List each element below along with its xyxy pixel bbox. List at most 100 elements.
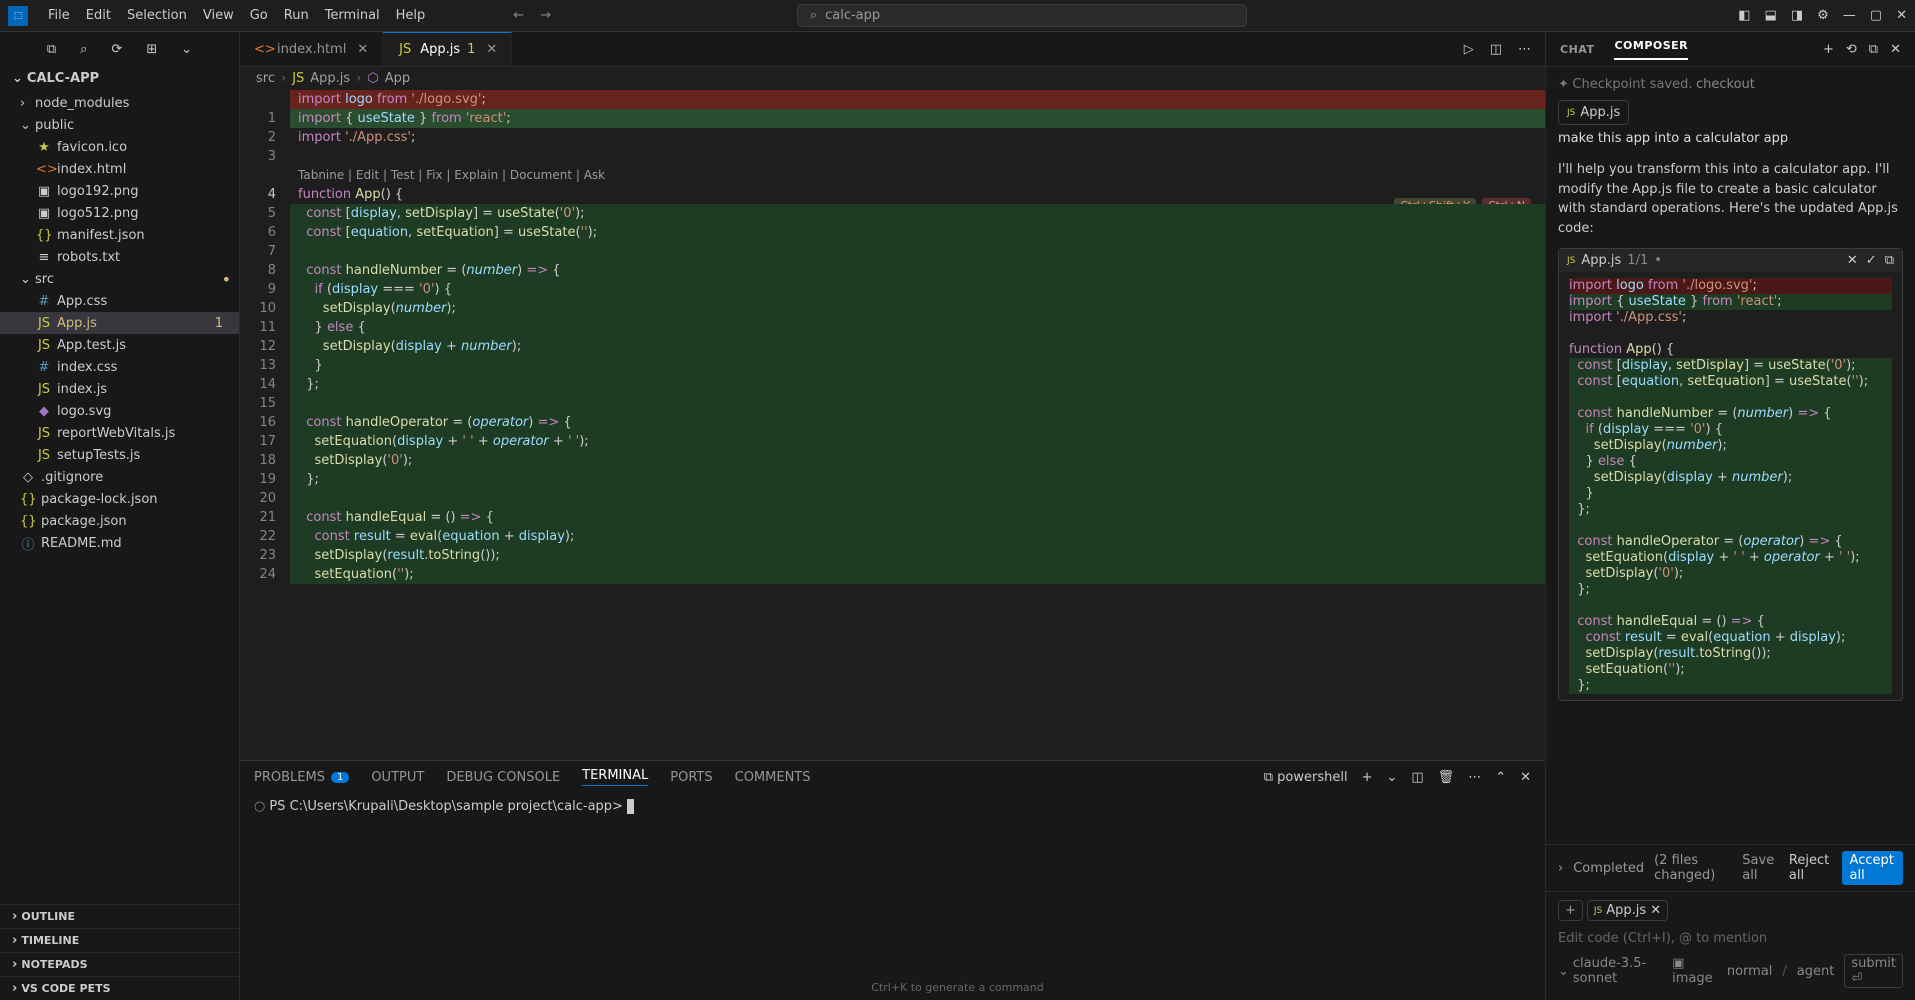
maximize-panel-icon[interactable]: ⌃ xyxy=(1495,770,1506,785)
tree-item-src[interactable]: ⌄src• xyxy=(0,268,239,290)
chat-tab[interactable]: CHAT xyxy=(1560,43,1594,56)
close-window-icon[interactable]: ✕ xyxy=(1896,8,1907,23)
refresh-icon[interactable]: ⟳ xyxy=(111,42,122,57)
nav-back-icon[interactable]: ← xyxy=(513,8,524,23)
accept-all-button[interactable]: Accept all xyxy=(1842,851,1903,885)
tree-item-logo512-png[interactable]: ▣logo512.png xyxy=(0,202,239,224)
app-logo: ⬚ xyxy=(8,6,28,26)
layout-left-icon[interactable]: ◧ xyxy=(1738,8,1750,23)
code-editor[interactable]: ← → Ctrl+Shift+Y Ctrl+N 1234567891011121… xyxy=(240,90,1545,760)
accept-diff-icon[interactable]: ✓ xyxy=(1866,253,1877,268)
tree-item-logo192-png[interactable]: ▣logo192.png xyxy=(0,180,239,202)
panel-tab-ports[interactable]: PORTS xyxy=(670,770,712,785)
settings-gear-icon[interactable]: ⚙ xyxy=(1817,8,1829,23)
explorer-title[interactable]: ⌄ CALC-APP xyxy=(0,67,239,90)
tab-index-html[interactable]: <>index.html✕ xyxy=(240,32,383,66)
dock-icon[interactable]: ⧉ xyxy=(1869,42,1878,57)
composer-input[interactable]: Edit code (Ctrl+I), @ to mention xyxy=(1558,927,1903,950)
panel-tab-debug-console[interactable]: DEBUG CONSOLE xyxy=(446,770,560,785)
tree-item-App-js[interactable]: JSApp.js1 xyxy=(0,312,239,334)
section-notepads[interactable]: › NOTEPADS xyxy=(0,952,239,976)
tree-item-index-html[interactable]: <>index.html xyxy=(0,158,239,180)
submit-button[interactable]: submit ⏎ xyxy=(1844,954,1903,988)
tree-item-node_modules[interactable]: ›node_modules xyxy=(0,92,239,114)
agent-label[interactable]: agent xyxy=(1797,964,1835,979)
panel-more-icon[interactable]: ⋯ xyxy=(1468,770,1481,785)
shell-label[interactable]: ⧉ powershell xyxy=(1264,770,1348,785)
tree-item-index-css[interactable]: #index.css xyxy=(0,356,239,378)
maximize-icon[interactable]: ▢ xyxy=(1870,8,1882,23)
menu-view[interactable]: View xyxy=(195,4,242,27)
tree-item-robots-txt[interactable]: ≡robots.txt xyxy=(0,246,239,268)
tree-item-package-lock-json[interactable]: {}package-lock.json xyxy=(0,488,239,510)
symbol-icon: ⬡ xyxy=(367,71,378,86)
history-icon[interactable]: ⟲ xyxy=(1846,42,1857,57)
more-icon[interactable]: ⌄ xyxy=(181,42,192,57)
minimize-icon[interactable]: — xyxy=(1843,8,1856,23)
layout-right-icon[interactable]: ◨ xyxy=(1791,8,1803,23)
expand-diff-icon[interactable]: ⧉ xyxy=(1885,253,1894,268)
section-outline[interactable]: › OUTLINE xyxy=(0,904,239,928)
panel-tab-comments[interactable]: COMMENTS xyxy=(735,770,811,785)
add-terminal-icon[interactable]: + xyxy=(1362,770,1373,785)
tree-item-public[interactable]: ⌄public xyxy=(0,114,239,136)
tree-item-package-json[interactable]: {}package.json xyxy=(0,510,239,532)
save-all-button[interactable]: Save all xyxy=(1742,853,1779,883)
tree-item-favicon-ico[interactable]: ★favicon.ico xyxy=(0,136,239,158)
checkout-link[interactable]: checkout xyxy=(1696,77,1755,92)
close-diff-icon[interactable]: ✕ xyxy=(1847,253,1858,268)
sidebar-search-icon[interactable]: ⌕ xyxy=(80,42,87,57)
menu-go[interactable]: Go xyxy=(242,4,276,27)
chevron-right-icon[interactable]: › xyxy=(1558,861,1563,876)
panel-tab-output[interactable]: OUTPUT xyxy=(371,770,424,785)
section-vs-code-pets[interactable]: › VS CODE PETS xyxy=(0,976,239,1000)
reject-all-button[interactable]: Reject all xyxy=(1789,853,1832,883)
tree-item--gitignore[interactable]: ◇.gitignore xyxy=(0,466,239,488)
mode-label[interactable]: normal xyxy=(1727,964,1773,979)
layout-bottom-icon[interactable]: ⬓ xyxy=(1765,8,1777,23)
run-icon[interactable]: ▷ xyxy=(1464,42,1474,57)
menu-edit[interactable]: Edit xyxy=(78,4,119,27)
menu-help[interactable]: Help xyxy=(388,4,434,27)
composer-tab[interactable]: COMPOSER xyxy=(1614,39,1688,60)
tree-item-setupTests-js[interactable]: JSsetupTests.js xyxy=(0,444,239,466)
menu-selection[interactable]: Selection xyxy=(119,4,195,27)
tree-item-App-test-js[interactable]: JSApp.test.js xyxy=(0,334,239,356)
tree-item-index-js[interactable]: JSindex.js xyxy=(0,378,239,400)
new-file-icon[interactable]: ⧉ xyxy=(47,42,56,57)
menu-run[interactable]: Run xyxy=(276,4,317,27)
tab-App-js[interactable]: JSApp.js1✕ xyxy=(383,32,512,66)
codelens[interactable]: Tabnine | Edit | Test | Fix | Explain | … xyxy=(290,166,1545,185)
tree-item-README-md[interactable]: ⓘREADME.md xyxy=(0,532,239,554)
model-selector[interactable]: ⌄ claude-3.5-sonnet xyxy=(1558,956,1662,986)
collapse-icon[interactable]: ⊞ xyxy=(146,42,157,57)
assistant-message: I'll help you transform this into a calc… xyxy=(1558,160,1903,238)
command-center[interactable]: ⌕ calc-app xyxy=(797,4,1247,27)
split-terminal-icon[interactable]: ⌄ xyxy=(1386,770,1397,785)
add-context-button[interactable]: + xyxy=(1558,900,1583,921)
more-actions-icon[interactable]: ⋯ xyxy=(1518,42,1531,57)
section-timeline[interactable]: › TIMELINE xyxy=(0,928,239,952)
context-chip[interactable]: JS App.js xyxy=(1558,100,1629,125)
terminal[interactable]: ○ PS C:\Users\Krupali\Desktop\sample pro… xyxy=(240,793,1545,1000)
kill-terminal-icon[interactable]: 🗑 xyxy=(1438,770,1455,785)
checkpoint-status: ✦ Checkpoint saved. checkout xyxy=(1558,77,1903,92)
image-button[interactable]: ▣ image xyxy=(1672,956,1717,986)
menu-terminal[interactable]: Terminal xyxy=(317,4,388,27)
tree-item-App-css[interactable]: #App.css xyxy=(0,290,239,312)
menu-file[interactable]: File xyxy=(40,4,78,27)
remove-chip-icon[interactable]: ✕ xyxy=(1650,903,1661,918)
context-file-chip[interactable]: JS App.js ✕ xyxy=(1587,900,1668,921)
close-composer-icon[interactable]: ✕ xyxy=(1890,42,1901,57)
panel-tab-terminal[interactable]: TERMINAL xyxy=(582,768,648,786)
tree-item-logo-svg[interactable]: ◆logo.svg xyxy=(0,400,239,422)
close-panel-icon[interactable]: ✕ xyxy=(1520,770,1531,785)
new-chat-icon[interactable]: + xyxy=(1823,42,1834,57)
nav-forward-icon[interactable]: → xyxy=(540,8,551,23)
panel-layout-icon[interactable]: ◫ xyxy=(1411,770,1423,785)
breadcrumb[interactable]: src› JS App.js› ⬡ App xyxy=(240,67,1545,90)
split-icon[interactable]: ◫ xyxy=(1490,42,1502,57)
tree-item-manifest-json[interactable]: {}manifest.json xyxy=(0,224,239,246)
panel-tab-problems[interactable]: PROBLEMS 1 xyxy=(254,770,349,785)
tree-item-reportWebVitals-js[interactable]: JSreportWebVitals.js xyxy=(0,422,239,444)
